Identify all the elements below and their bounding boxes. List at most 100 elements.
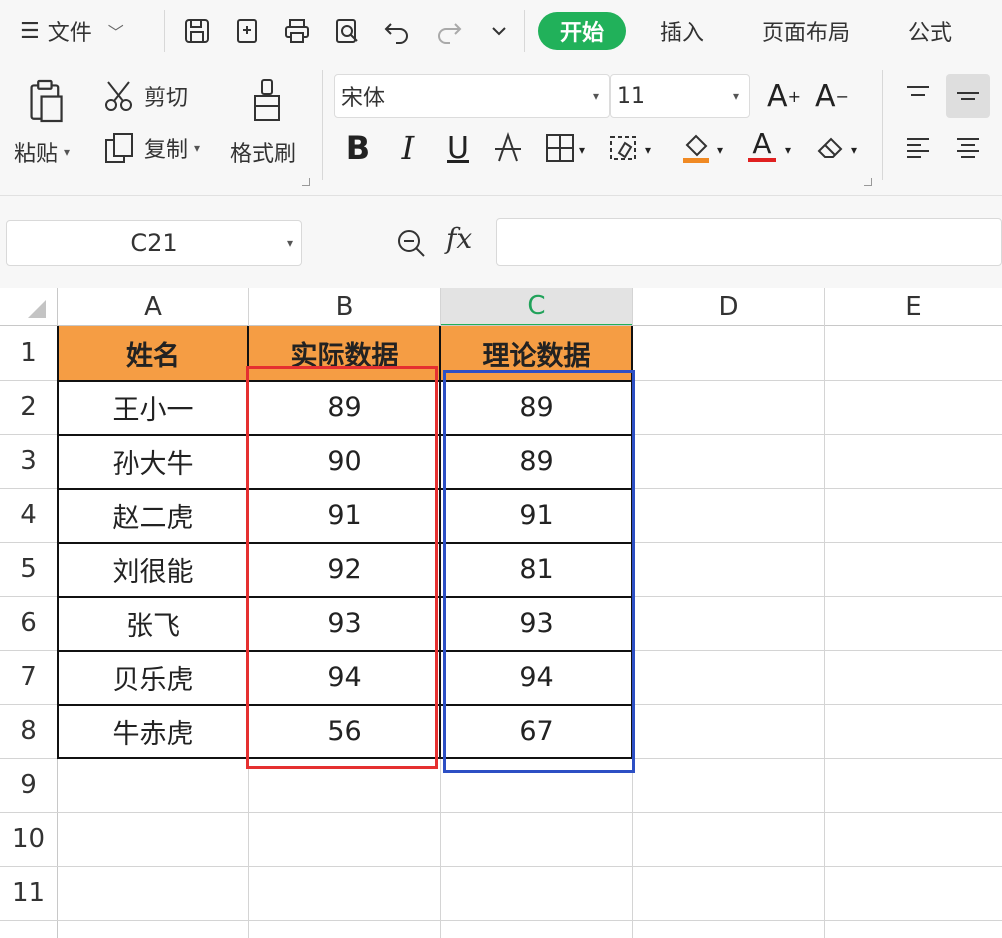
gridline: [824, 288, 825, 938]
tab-formulas[interactable]: 公式: [894, 12, 966, 50]
cut-label: 剪切: [144, 86, 189, 111]
clipboard-icon: [30, 79, 63, 123]
paste-button[interactable]: [18, 76, 74, 126]
dropdown-arrow-icon: ▾: [592, 89, 599, 103]
align-middle-icon: [957, 92, 979, 100]
copy-icon: [105, 133, 133, 163]
font-size-select[interactable]: 11 ▾: [610, 74, 750, 118]
copy-button[interactable]: 复制 ▾: [102, 130, 200, 166]
row-header-3[interactable]: 3: [0, 434, 57, 488]
cell-a8[interactable]: 牛赤虎: [58, 704, 248, 758]
insert-function-button[interactable]: fx: [446, 222, 472, 255]
dropdown-arrow-icon: ▾: [286, 236, 293, 250]
row-header-8[interactable]: 8: [0, 704, 57, 758]
redo-button[interactable]: [432, 14, 466, 48]
align-middle-button[interactable]: [946, 74, 990, 118]
align-left-button[interactable]: [896, 128, 940, 168]
row-header-9[interactable]: 9: [0, 758, 57, 812]
select-all-button[interactable]: [0, 288, 57, 326]
italic-button[interactable]: I: [386, 128, 430, 168]
name-box[interactable]: C21 ▾: [6, 220, 302, 266]
save-icon: [185, 19, 209, 43]
cell-a4[interactable]: 赵二虎: [58, 488, 248, 542]
table-border: [57, 326, 59, 758]
print-preview-button[interactable]: [330, 14, 364, 48]
font-color-button[interactable]: A: [740, 126, 784, 166]
cell-reference: C21: [130, 229, 178, 257]
dropdown-arrow-icon: ▾: [64, 145, 71, 159]
row-header-4[interactable]: 4: [0, 488, 57, 542]
decrease-font-size-button[interactable]: A −: [810, 76, 854, 116]
borders-dropdown[interactable]: ▾: [574, 130, 590, 170]
row-header-5[interactable]: 5: [0, 542, 57, 596]
font-name-select[interactable]: 宋体 ▾: [334, 74, 610, 118]
row-header-7[interactable]: 7: [0, 650, 57, 704]
cell-style-dropdown[interactable]: ▾: [640, 130, 656, 170]
paste-dropdown[interactable]: 粘贴 ▾: [14, 136, 70, 168]
cell-a6[interactable]: 张飞: [58, 596, 248, 650]
row-header-2[interactable]: 2: [0, 380, 57, 434]
group-launcher-icon[interactable]: [302, 178, 310, 186]
column-header-d[interactable]: D: [633, 288, 824, 326]
tab-page-layout[interactable]: 页面布局: [748, 12, 864, 50]
cell-a7[interactable]: 贝乐虎: [58, 650, 248, 704]
row-header-6[interactable]: 6: [0, 596, 57, 650]
align-center-button[interactable]: [946, 128, 990, 168]
paste-label: 粘贴: [14, 142, 59, 167]
tab-home[interactable]: 开始: [538, 12, 626, 50]
align-center-icon: [957, 138, 979, 158]
file-menu-button[interactable]: ☰ 文件 ﹀: [20, 14, 124, 48]
divider: [882, 70, 883, 180]
chevron-down-icon: ﹀: [107, 23, 124, 42]
column-header-c[interactable]: C: [441, 288, 632, 326]
formula-bar: C21 ▾ fx: [0, 196, 1002, 288]
align-top-button[interactable]: [896, 76, 940, 116]
menu-tab-bar: ☰ 文件 ﹀ 开始 插入 页面布局 公式: [0, 0, 1002, 62]
divider: [164, 10, 165, 52]
bold-button[interactable]: B: [336, 128, 380, 168]
column-header-a[interactable]: A: [58, 288, 248, 326]
fill-color-dropdown[interactable]: ▾: [712, 130, 728, 170]
tab-insert[interactable]: 插入: [646, 12, 718, 50]
undo-button[interactable]: [380, 14, 414, 48]
row-header-10[interactable]: 10: [0, 812, 57, 866]
zoom-icon[interactable]: [394, 226, 428, 260]
save-button[interactable]: [180, 14, 214, 48]
cell-a5[interactable]: 刘很能: [58, 542, 248, 596]
strikethrough-icon: [495, 131, 521, 162]
highlight-box-actual: [246, 366, 438, 769]
cell-a3[interactable]: 孙大牛: [58, 434, 248, 488]
row-header-11[interactable]: 11: [0, 866, 57, 920]
print-preview-icon: [336, 19, 358, 43]
table-border: [439, 326, 441, 758]
row-header-1[interactable]: 1: [0, 326, 57, 380]
borders-icon: [546, 134, 574, 162]
cell-a1[interactable]: 姓名: [58, 326, 248, 380]
clear-dropdown[interactable]: ▾: [846, 130, 862, 170]
export-pdf-button[interactable]: [230, 14, 264, 48]
increase-font-size-button[interactable]: A +: [762, 76, 806, 116]
format-painter-button[interactable]: [246, 76, 288, 126]
chevron-down-icon: [492, 27, 506, 36]
column-header-b[interactable]: B: [249, 288, 440, 326]
underline-button[interactable]: U: [436, 128, 480, 168]
strikethrough-button[interactable]: [486, 128, 530, 168]
select-all-icon: [28, 300, 46, 318]
formula-input[interactable]: [496, 218, 1002, 266]
font-size-value: 11: [617, 83, 645, 109]
print-button[interactable]: [280, 14, 314, 48]
customize-toolbar-button[interactable]: [482, 14, 516, 48]
format-painter-label: 格式刷: [230, 142, 297, 167]
grow-font-icon: A: [767, 78, 788, 114]
dropdown-arrow-icon: ▾: [732, 89, 739, 103]
column-header-e[interactable]: E: [825, 288, 1002, 326]
undo-icon: [384, 23, 408, 44]
cell-a2[interactable]: 王小一: [58, 380, 248, 434]
cut-button[interactable]: 剪切: [102, 78, 188, 114]
gridline: [0, 920, 1002, 921]
font-color-dropdown[interactable]: ▾: [780, 130, 796, 170]
redo-icon: [438, 23, 462, 44]
ribbon-home: 粘贴 ▾ 剪切 复制 ▾ 格式刷 宋体 ▾ 11 ▾ A + A − B I U ▾: [0, 62, 1002, 196]
hamburger-icon: ☰: [20, 18, 40, 44]
group-launcher-icon[interactable]: [864, 178, 872, 186]
